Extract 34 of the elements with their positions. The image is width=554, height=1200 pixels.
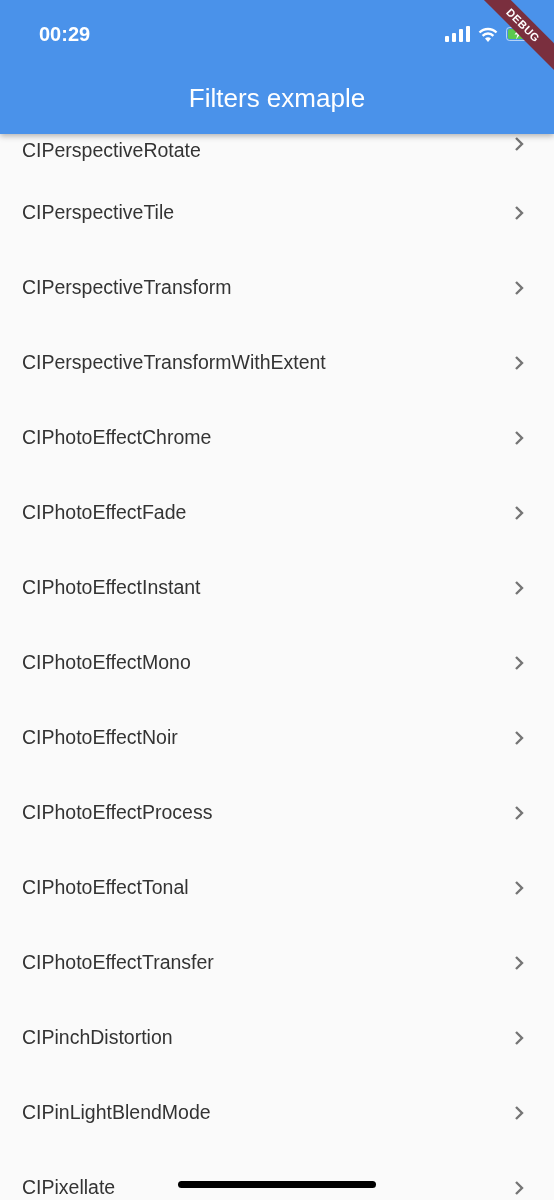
filter-list-item[interactable]: CIPhotoEffectChrome [0, 400, 554, 475]
chevron-right-icon [514, 804, 524, 821]
filter-list-item[interactable]: CIPerspectiveTransform [0, 250, 554, 325]
chevron-right-icon [514, 354, 524, 371]
filter-list-item[interactable]: CIPhotoEffectMono [0, 625, 554, 700]
filter-list-item[interactable]: CIPhotoEffectTonal [0, 850, 554, 925]
chevron-right-icon [514, 954, 524, 971]
signal-icon [445, 26, 470, 42]
filter-list-item[interactable]: CIPerspectiveTile [0, 175, 554, 250]
filter-list-item[interactable]: CIPinchDistortion [0, 1000, 554, 1075]
filter-list-item[interactable]: CIPhotoEffectTransfer [0, 925, 554, 1000]
chevron-right-icon [514, 1179, 524, 1196]
chevron-right-icon [514, 1029, 524, 1046]
chevron-right-icon [514, 879, 524, 896]
chevron-right-icon [514, 1104, 524, 1121]
filter-list-item[interactable]: CIPinLightBlendMode [0, 1075, 554, 1150]
chevron-right-icon [514, 654, 524, 671]
status-time: 00:29 [39, 22, 91, 47]
filter-list-item[interactable]: CIPhotoEffectInstant [0, 550, 554, 625]
chevron-right-icon [514, 279, 524, 296]
wifi-icon [478, 26, 498, 42]
filter-list-item[interactable]: CIPhotoEffectNoir [0, 700, 554, 775]
chevron-right-icon [514, 729, 524, 746]
chevron-right-icon [514, 204, 524, 221]
filter-list-item[interactable]: CIPerspectiveRotate [0, 134, 554, 175]
filter-list-item[interactable]: CIPhotoEffectFade [0, 475, 554, 550]
chevron-right-icon [514, 579, 524, 596]
filter-list-item[interactable]: CIPhotoEffectProcess [0, 775, 554, 850]
chevron-right-icon [514, 136, 524, 152]
chevron-right-icon [514, 429, 524, 446]
chevron-right-icon [514, 504, 524, 521]
app-title: Filters exmaple [188, 85, 366, 111]
filter-list-item[interactable]: CIPerspectiveTransformWithExtent [0, 325, 554, 400]
filter-list-item[interactable]: CIPixellate [0, 1150, 554, 1200]
